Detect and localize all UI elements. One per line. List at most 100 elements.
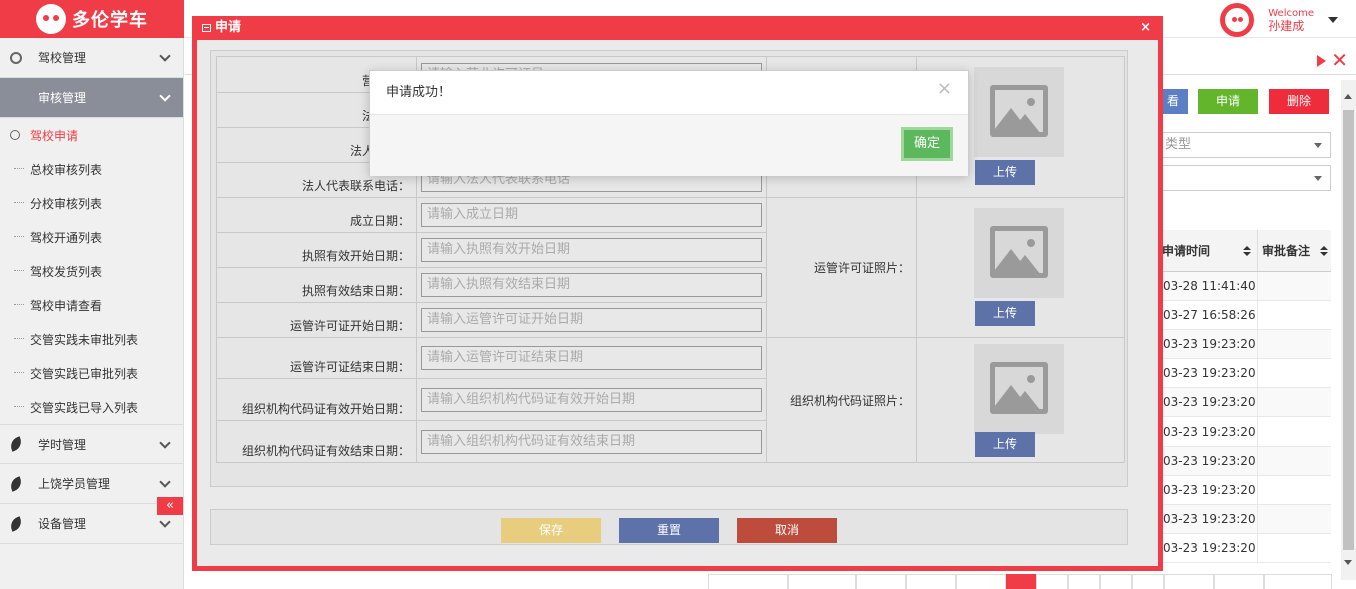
sort-icon <box>1320 246 1328 256</box>
reset-button[interactable]: 重置 <box>619 518 719 543</box>
scroll-thumb[interactable] <box>1343 110 1354 550</box>
alert-header: 申请成功！ × <box>370 71 968 115</box>
alert-close-icon[interactable]: × <box>937 71 952 107</box>
sidebar-group-hours[interactable]: 学时管理 <box>0 424 183 464</box>
table-row[interactable]: 03-23 19:23:20 <box>1158 330 1331 360</box>
sidebar-item-school-apply[interactable]: 驾校申请 <box>0 118 183 152</box>
field-cell: 请输入组织机构代码证有效结束日期 <box>416 420 767 463</box>
org-code-end-input[interactable]: 请输入组织机构代码证有效结束日期 <box>421 429 762 454</box>
save-button[interactable]: 保存 <box>501 518 601 543</box>
pager-first[interactable] <box>906 574 956 589</box>
apply-time-cell: 03-23 19:23:20 <box>1158 475 1258 504</box>
dialog-title: 申请 <box>215 20 242 35</box>
table-header: 申请时间 审批备注 <box>1158 230 1331 272</box>
image-placeholder-icon <box>974 67 1064 157</box>
column-apply-time[interactable]: 申请时间 <box>1158 230 1258 271</box>
leaf-icon <box>8 515 24 532</box>
sidebar-item-branch-review[interactable]: 分校审核列表 <box>0 186 183 220</box>
license-start-input[interactable]: 请输入执照有效开始日期 <box>421 238 762 262</box>
sidebar-collapse-button[interactable]: « <box>157 497 183 515</box>
upload-button[interactable]: 上传 <box>975 432 1035 457</box>
image-placeholder-icon <box>974 344 1064 434</box>
pager-prev[interactable] <box>956 574 1006 589</box>
play-icon[interactable] <box>1317 55 1326 67</box>
sidebar-item-traffic-imported[interactable]: 交管实践已导入列表 <box>0 390 183 424</box>
page-scrollbar[interactable] <box>1341 80 1356 580</box>
sidebar-item-apply-view[interactable]: 驾校申请查看 <box>0 288 183 322</box>
chevron-down-icon <box>159 516 171 528</box>
table-row[interactable]: 03-23 19:23:20 <box>1158 504 1331 534</box>
confirm-button[interactable]: 确定 <box>901 127 953 161</box>
dialog-close-icon[interactable]: × <box>1140 16 1151 40</box>
logo-text: 多伦学车 <box>72 10 148 31</box>
status-select[interactable] <box>1158 165 1331 191</box>
sidebar-item-traffic-unapproved[interactable]: 交管实践未审批列表 <box>0 322 183 356</box>
table-row[interactable]: 03-27 16:58:26 <box>1158 301 1331 331</box>
sidebar-group-students[interactable]: 上饶学员管理 <box>0 464 183 504</box>
sidebar-group-label: 上饶学员管理 <box>38 477 111 491</box>
field-cell: 请输入执照有效开始日期 <box>416 232 767 268</box>
table-row[interactable]: 03-23 19:23:20 <box>1158 359 1331 389</box>
upload-button[interactable]: 上传 <box>975 301 1035 326</box>
delete-button[interactable]: 删除 <box>1269 89 1329 114</box>
table-row[interactable]: 03-23 19:23:20 <box>1158 417 1331 447</box>
caret-down-icon <box>1314 176 1322 181</box>
pager-jump-input[interactable] <box>788 574 856 589</box>
caret-down-icon[interactable] <box>1328 17 1338 23</box>
photo-cell: 上传 <box>916 337 1125 463</box>
scroll-down-icon[interactable] <box>1344 560 1352 565</box>
column-label: 申请时间 <box>1162 244 1211 258</box>
sidebar-item-head-review[interactable]: 总校审核列表 <box>0 152 183 186</box>
sidebar-group-review[interactable]: 审核管理 <box>0 78 183 118</box>
apply-button[interactable]: 申请 <box>1198 89 1258 114</box>
apply-time-cell: 03-23 19:23:20 <box>1158 533 1258 562</box>
image-placeholder-icon <box>974 208 1064 298</box>
transport-permit-end-input[interactable]: 请输入运管许可证结束日期 <box>421 346 762 370</box>
pager-last[interactable] <box>1214 574 1264 589</box>
field-label: 执照有效开始日期： <box>216 232 417 268</box>
user-name: 孙建成 <box>1268 19 1305 33</box>
field-cell: 请输入运管许可证开始日期 <box>416 302 767 338</box>
photo-cell: 上传 <box>916 197 1125 338</box>
logo: 多伦学车 <box>0 0 184 38</box>
pager-page[interactable] <box>1132 574 1164 589</box>
field-label: 组织机构代码证有效开始日期： <box>216 378 417 421</box>
chevron-down-icon <box>159 50 171 62</box>
apply-time-cell: 03-23 19:23:20 <box>1158 504 1258 533</box>
sidebar-group-label: 审核管理 <box>38 91 87 105</box>
sidebar-item-traffic-approved[interactable]: 交管实践已审批列表 <box>0 356 183 390</box>
circle-icon <box>10 91 22 104</box>
sidebar-group-devices[interactable]: 设备管理 <box>0 504 183 544</box>
user-menu[interactable]: Welcome 孙建成 <box>1220 2 1338 38</box>
sidebar-item-ship-list[interactable]: 驾校发货列表 <box>0 254 183 288</box>
pager-page[interactable] <box>1100 574 1132 589</box>
success-alert: 申请成功！ × 确定 <box>369 70 969 176</box>
field-cell: 请输入组织机构代码证有效开始日期 <box>416 378 767 421</box>
scroll-up-icon[interactable] <box>1344 94 1352 99</box>
table-row[interactable]: 03-23 19:23:20 <box>1158 446 1331 476</box>
founding-date-input[interactable]: 请输入成立日期 <box>421 203 762 227</box>
table-row[interactable]: 03-23 19:23:20 <box>1158 533 1331 563</box>
window-icon <box>202 24 211 32</box>
table-body: 03-28 11:41:40 03-27 16:58:26 03-23 19:23:… <box>1158 272 1331 563</box>
pager-jump[interactable] <box>856 574 906 589</box>
sidebar-item-open-list[interactable]: 驾校开通列表 <box>0 220 183 254</box>
pager-current[interactable] <box>1006 574 1036 589</box>
photo-label: 组织机构代码证照片： <box>766 337 917 463</box>
sidebar-group-school[interactable]: 驾校管理 <box>0 38 183 78</box>
license-end-input[interactable]: 请输入执照有效结束日期 <box>421 273 762 297</box>
table-row[interactable]: 03-23 19:23:20 <box>1158 388 1331 418</box>
org-code-start-input[interactable]: 请输入组织机构代码证有效开始日期 <box>421 387 762 412</box>
pager-page[interactable] <box>1036 574 1068 589</box>
sidebar-group-label: 驾校管理 <box>38 51 87 65</box>
pager-page[interactable] <box>1068 574 1100 589</box>
table-row[interactable]: 03-23 19:23:20 <box>1158 475 1331 505</box>
upload-button[interactable]: 上传 <box>975 160 1035 185</box>
pager-next[interactable] <box>1164 574 1214 589</box>
column-review-note[interactable]: 审批备注 <box>1258 230 1331 271</box>
transport-permit-start-input[interactable]: 请输入运管许可证开始日期 <box>421 308 762 332</box>
type-select[interactable]: 类型 <box>1158 132 1331 158</box>
table-row[interactable]: 03-28 11:41:40 <box>1158 272 1331 302</box>
close-icon[interactable]: ✕ <box>1331 48 1348 72</box>
cancel-button[interactable]: 取消 <box>737 518 837 543</box>
